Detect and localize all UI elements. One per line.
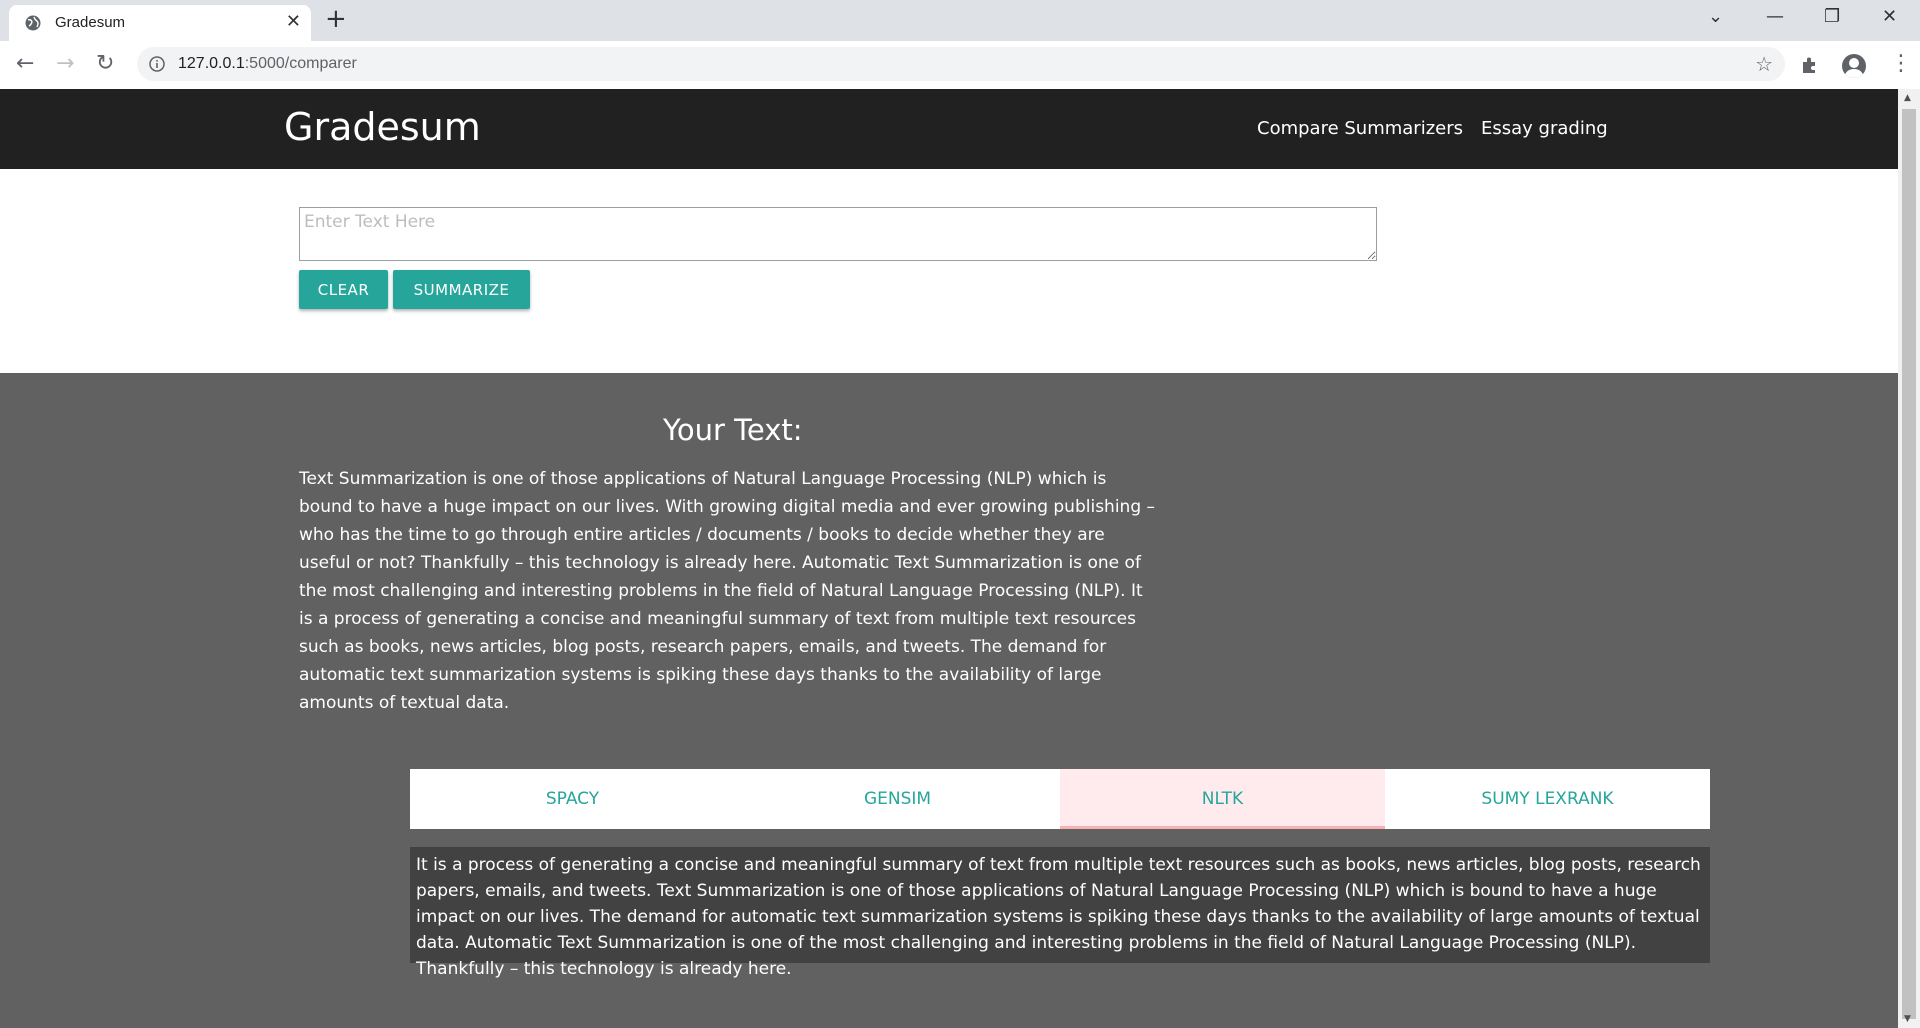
info-icon[interactable] — [149, 56, 165, 72]
back-icon[interactable]: ← — [16, 51, 34, 76]
scrollbar-thumb[interactable] — [1902, 109, 1916, 1019]
summary-output: It is a process of generating a concise … — [410, 847, 1710, 979]
tab-search-icon[interactable]: ⌄ — [1708, 6, 1723, 27]
page-viewport: Gradesum Compare Summarizers Essay gradi… — [0, 89, 1898, 1028]
summarizer-tabs: SPACY GENSIM NLTK SUMY LEXRANK — [410, 769, 1710, 829]
bookmark-star-icon[interactable]: ☆ — [1755, 52, 1773, 76]
page-scrollbar[interactable]: ▲ ▼ — [1898, 89, 1920, 1028]
your-text-heading: Your Text: — [663, 413, 803, 447]
window-close-icon[interactable]: ✕ — [1882, 6, 1897, 27]
brand-logo[interactable]: Gradesum — [284, 105, 481, 149]
tab-sumy-lexrank[interactable]: SUMY LEXRANK — [1385, 769, 1710, 829]
nav-essay-grading[interactable]: Essay grading — [1481, 118, 1608, 139]
close-tab-icon[interactable]: ✕ — [286, 11, 301, 32]
site-navbar: Gradesum Compare Summarizers Essay gradi… — [0, 89, 1898, 169]
profile-avatar-icon[interactable] — [1842, 54, 1866, 78]
scroll-down-icon[interactable]: ▼ — [1904, 1014, 1911, 1024]
browser-tab[interactable]: Gradesum ✕ — [9, 5, 311, 41]
tab-title: Gradesum — [55, 14, 126, 31]
input-section: CLEAR SUMMARIZE — [0, 169, 1898, 373]
summarize-button[interactable]: SUMMARIZE — [393, 270, 530, 309]
address-bar[interactable]: 127.0.0.1:5000/comparer ☆ — [137, 47, 1785, 81]
globe-icon — [25, 15, 41, 31]
tab-gensim[interactable]: GENSIM — [735, 769, 1060, 829]
menu-kebab-icon[interactable]: ⋮ — [1890, 51, 1912, 76]
minimize-icon[interactable]: — — [1766, 6, 1784, 27]
clear-button[interactable]: CLEAR — [299, 270, 388, 309]
text-input[interactable] — [299, 207, 1377, 261]
browser-toolbar: ← → ↻ 127.0.0.1:5000/comparer ☆ ⋮ — [0, 41, 1920, 90]
browser-tabstrip: Gradesum ✕ + ⌄ — ❐ ✕ — [0, 0, 1920, 41]
reload-icon[interactable]: ↻ — [96, 51, 114, 76]
restore-icon[interactable]: ❐ — [1824, 6, 1840, 27]
new-tab-icon[interactable]: + — [325, 4, 347, 34]
forward-icon: → — [56, 51, 75, 76]
tab-spacy[interactable]: SPACY — [410, 769, 735, 829]
nav-compare-summarizers[interactable]: Compare Summarizers — [1257, 118, 1463, 139]
url-path: :5000/comparer — [244, 55, 357, 72]
url-text: 127.0.0.1:5000/comparer — [178, 55, 357, 73]
your-text-body: Text Summarization is one of those appli… — [299, 469, 1156, 713]
active-tab-indicator — [1060, 826, 1385, 829]
scroll-up-icon[interactable]: ▲ — [1904, 93, 1911, 103]
tab-nltk[interactable]: NLTK — [1060, 769, 1385, 829]
url-host: 127.0.0.1 — [178, 55, 245, 72]
extensions-icon[interactable] — [1800, 55, 1820, 80]
